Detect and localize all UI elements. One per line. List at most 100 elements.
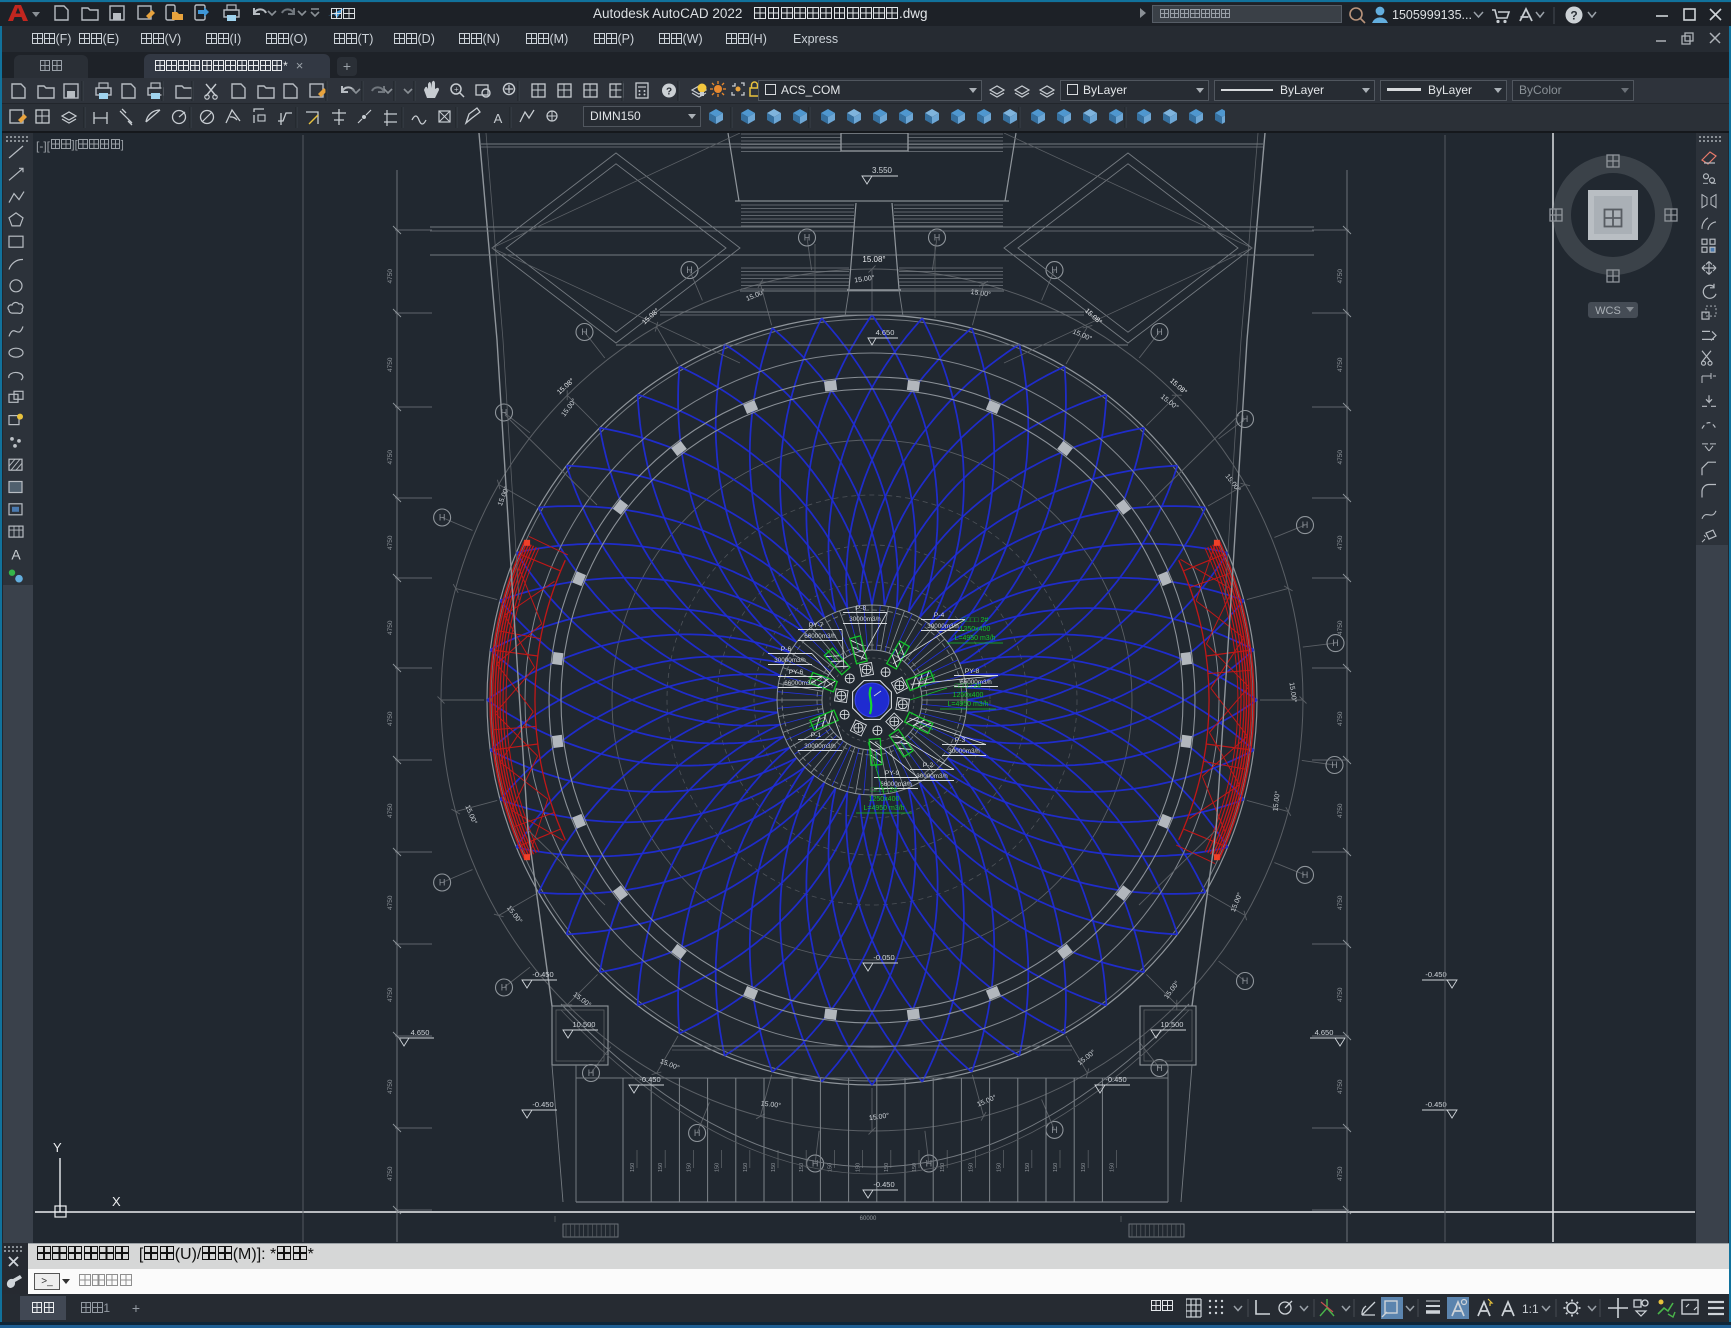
svg-text:150: 150 [856,1163,862,1172]
svg-text:?: ? [666,87,672,98]
svg-text:H: H [926,1159,933,1169]
svg-text:A: A [11,546,21,562]
svg-text:A: A [494,111,503,126]
svg-text:H: H [439,878,446,888]
svg-text:150: 150 [715,1163,721,1172]
svg-text:P-3: P-3 [955,737,966,744]
svg-text:4750: 4750 [387,895,394,910]
svg-text:150: 150 [658,1163,664,1172]
svg-text:P-1: P-1 [811,732,822,739]
svg-text:4750: 4750 [387,357,394,372]
svg-text:150: 150 [1081,1163,1087,1172]
svg-text:-0.450: -0.450 [1425,1100,1446,1109]
svg-text:30000m3/h: 30000m3/h [804,743,836,750]
svg-text:1505999135...: 1505999135... [1392,8,1472,22]
svg-text:H: H [804,233,811,243]
svg-text:4750: 4750 [387,535,394,550]
svg-text:4750: 4750 [1337,711,1344,726]
svg-text:4750: 4750 [1337,1079,1344,1094]
svg-text:H: H [812,1159,819,1169]
svg-text:150: 150 [771,1163,777,1172]
svg-text:4750: 4750 [387,450,394,465]
svg-text:30000m3/h: 30000m3/h [774,657,806,664]
svg-text:H: H [1156,327,1163,337]
svg-text:PY-7: PY-7 [809,622,824,629]
svg-text:PY-8: PY-8 [965,668,980,675]
svg-text:4750: 4750 [387,987,394,1002]
svg-text:4750: 4750 [1337,269,1344,284]
svg-text:4750: 4750 [1337,357,1344,372]
svg-text:30000m3/h: 30000m3/h [849,616,881,623]
svg-text:P-6: P-6 [781,646,792,653]
svg-text:150: 150 [1025,1163,1031,1172]
svg-text:L=4950 m3/h: L=4950 m3/h [947,701,988,708]
svg-text:30000m3/h: 30000m3/h [948,748,980,755]
svg-text:H: H [934,233,941,243]
svg-text:150: 150 [799,1163,805,1172]
svg-text:-0.450: -0.450 [639,1075,660,1084]
svg-text:3.550: 3.550 [872,166,893,175]
svg-text:H: H [1331,760,1338,770]
svg-text:10.500: 10.500 [1161,1020,1184,1029]
svg-text:PY-9: PY-9 [885,770,900,777]
svg-text:60000: 60000 [860,1216,877,1222]
svg-text:15.08°: 15.08° [862,255,885,264]
svg-text:+: + [454,85,459,94]
svg-text:-0.050: -0.050 [873,953,894,962]
svg-text:-0.450: -0.450 [1105,1075,1126,1084]
svg-text:1250x400: 1250x400 [869,796,900,803]
svg-text:4750: 4750 [1337,450,1344,465]
svg-text:-0.450: -0.450 [873,1180,894,1189]
svg-text:4750: 4750 [1337,803,1344,818]
svg-text:H: H [1332,638,1339,648]
svg-text:150: 150 [968,1163,974,1172]
svg-text:4750: 4750 [1337,895,1344,910]
svg-text:4750: 4750 [387,711,394,726]
svg-text:4750: 4750 [1337,1166,1344,1181]
svg-text:L=4950 m3/h: L=4950 m3/h [863,805,904,812]
svg-text:PY-6: PY-6 [789,669,804,676]
svg-text:H: H [1242,976,1249,986]
svg-text:4750: 4750 [387,803,394,818]
svg-text:1250x400: 1250x400 [960,626,991,633]
svg-text:?: ? [1570,9,1577,23]
svg-text:150: 150 [686,1163,692,1172]
svg-text:H: H [1051,265,1058,275]
svg-text:4.650: 4.650 [876,328,895,337]
svg-text:H: H [501,983,508,993]
svg-text:4750: 4750 [387,269,394,284]
svg-text:P-4: P-4 [934,612,945,619]
svg-text:[-][: [-][ [36,139,51,153]
svg-text:-0.450: -0.450 [1425,970,1446,979]
svg-text:30000m3/h: 30000m3/h [927,623,959,630]
svg-text:P-8: P-8 [856,605,867,612]
svg-text:4750: 4750 [1337,620,1344,635]
svg-text:150: 150 [997,1163,1003,1172]
svg-text:4750: 4750 [1337,535,1344,550]
svg-text:4750: 4750 [387,1079,394,1094]
svg-text:10.500: 10.500 [573,1020,596,1029]
svg-text:150: 150 [1109,1163,1115,1172]
svg-text:4750: 4750 [1337,987,1344,1002]
svg-text:4750: 4750 [387,620,394,635]
svg-text:30000m3/h: 30000m3/h [916,773,948,780]
svg-text:150: 150 [1053,1163,1059,1172]
svg-text:150: 150 [743,1163,749,1172]
svg-text:66000m3/h: 66000m3/h [784,680,816,687]
svg-text:WCS: WCS [1595,305,1621,317]
svg-text:H: H [439,513,446,523]
svg-text:H: H [588,1068,595,1078]
svg-text:1:1: 1:1 [1522,1302,1539,1316]
svg-text:L=4950 m3/h: L=4950 m3/h [954,635,995,642]
svg-text:□□□□ 2#: □□□□ 2# [962,617,989,624]
svg-text:H: H [1302,520,1309,530]
svg-text:H: H [686,265,693,275]
svg-text:H: H [1302,870,1309,880]
svg-text:H: H [1051,1125,1058,1135]
svg-text:150: 150 [940,1163,946,1172]
svg-text:1250x400: 1250x400 [953,692,984,699]
svg-text:□□□□ 2#: □□□□ 2# [955,683,982,690]
svg-text:66000m3/h: 66000m3/h [804,633,836,640]
svg-text:-0.450: -0.450 [532,1100,553,1109]
svg-text:-0.450: -0.450 [532,970,553,979]
